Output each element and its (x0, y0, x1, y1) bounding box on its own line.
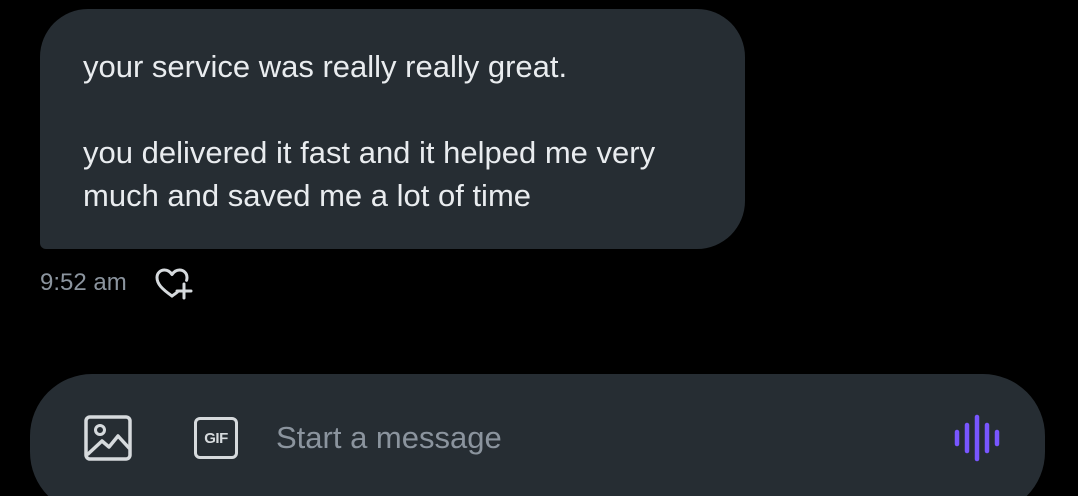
message-composer: GIF (30, 374, 1045, 496)
message-paragraph-1: your service was really really great. (83, 49, 568, 84)
received-message-bubble[interactable]: your service was really really great. yo… (40, 9, 745, 249)
dm-conversation-screen: your service was really really great. yo… (0, 0, 1078, 496)
message-meta: 9:52 am (40, 263, 195, 303)
gif-label: GIF (204, 429, 228, 447)
add-reaction-button[interactable] (151, 263, 195, 303)
message-paragraph-2: you delivered it fast and it helped me v… (83, 135, 656, 213)
image-icon (84, 415, 132, 461)
add-gif-button[interactable]: GIF (188, 410, 244, 466)
add-image-button[interactable] (80, 410, 136, 466)
voice-waveform-icon (954, 414, 1000, 462)
message-input[interactable] (276, 416, 896, 460)
gif-icon: GIF (194, 417, 238, 459)
message-timestamp: 9:52 am (40, 269, 127, 296)
heart-plus-icon (155, 268, 193, 300)
voice-message-button[interactable] (948, 410, 1008, 466)
